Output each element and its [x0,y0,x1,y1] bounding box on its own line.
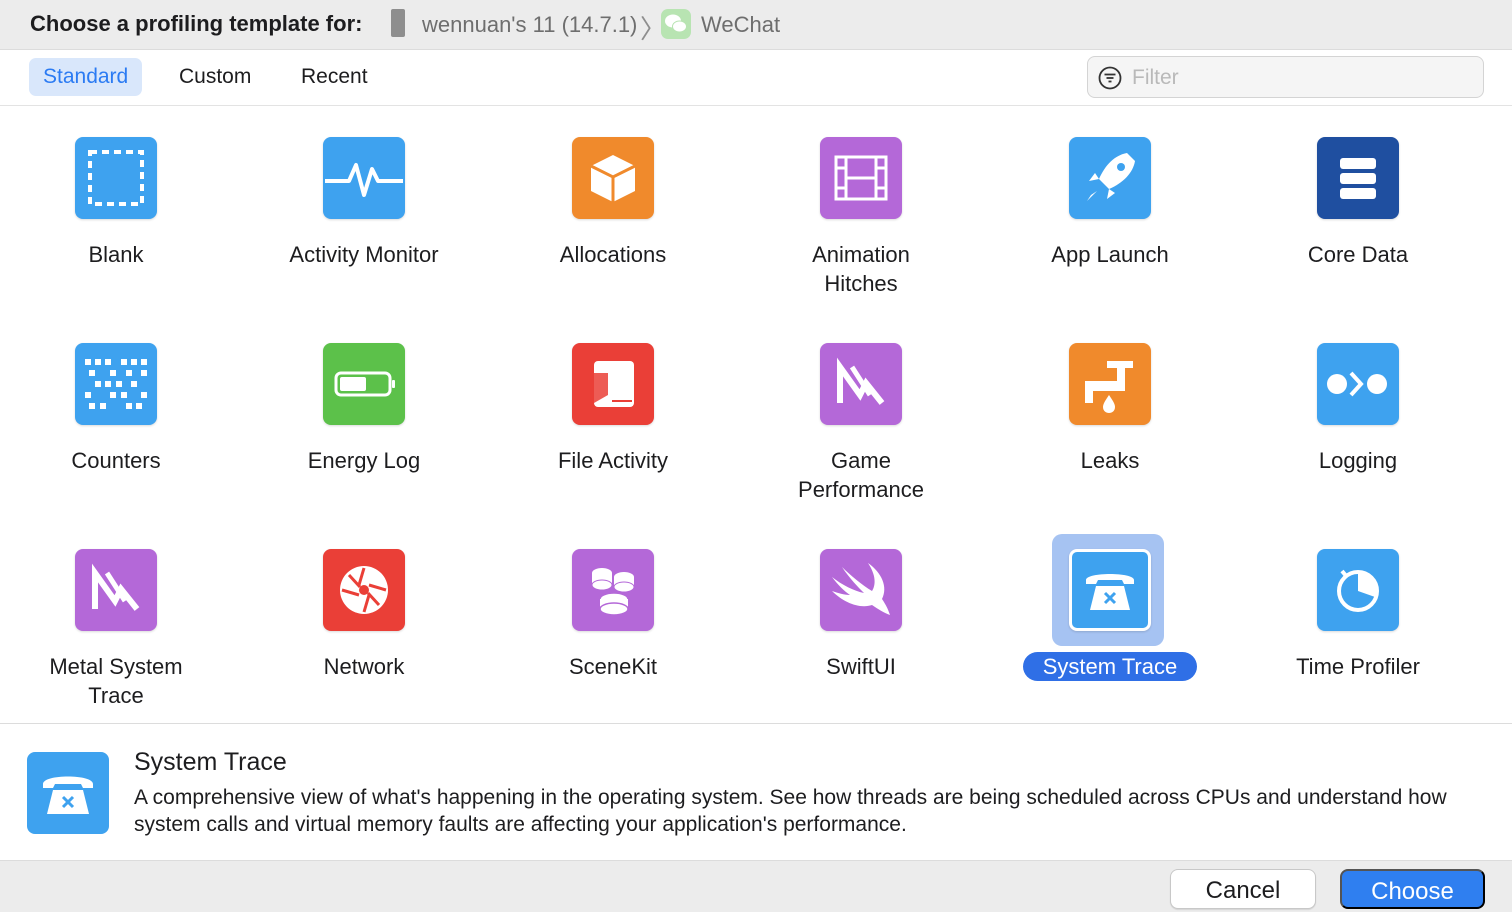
template-label: SwiftUI [826,654,896,679]
game-performance-icon [820,343,902,425]
footer: Cancel Choose [0,860,1512,912]
template-logging[interactable]: Logging [1234,312,1482,492]
template-label: Metal System Trace [49,654,183,708]
template-label: Activity Monitor [289,242,439,267]
template-label: Leaks [1080,448,1140,473]
system-trace-icon [27,752,109,834]
template-animation-hitches[interactable]: Animation Hitches [737,106,985,296]
template-energy-log[interactable]: Energy Log [240,312,488,492]
template-label: Time Profiler [1296,654,1420,679]
network-icon [323,549,405,631]
filter-input[interactable] [1130,63,1474,93]
counters-icon [75,343,157,425]
filter-field[interactable] [1087,56,1484,98]
template-label: Blank [88,242,144,267]
description-title: System Trace [134,748,287,776]
template-allocations[interactable]: Allocations [489,106,737,286]
template-description-panel: System Trace A comprehensive view of wha… [0,723,1512,860]
tab-bar: Standard Custom Recent [0,50,1512,106]
template-scenekit[interactable]: SceneKit [489,518,737,698]
template-label: Network [323,654,405,679]
template-label: Counters [71,448,161,473]
template-label: App Launch [1051,242,1169,267]
device-selector[interactable]: wennuan's 11 (14.7.1) [422,12,637,38]
metal-system-trace-icon [75,549,157,631]
wechat-icon [661,9,691,39]
template-grid: Blank Activity Monitor Allocations Anima… [0,106,1512,723]
file-activity-icon [572,343,654,425]
app-launch-icon [1069,137,1151,219]
template-label: SceneKit [568,654,658,679]
template-label: Core Data [1307,242,1409,267]
choose-button[interactable]: Choose [1340,869,1485,909]
template-metal-system-trace[interactable]: Metal System Trace [0,518,240,708]
tab-custom[interactable]: Custom [165,58,265,96]
template-label: Game Performance [798,448,924,502]
template-label: Allocations [559,242,667,267]
template-network[interactable]: Network [240,518,488,698]
template-blank[interactable]: Blank [0,106,240,286]
swiftui-icon [820,549,902,631]
template-leaks[interactable]: Leaks [986,312,1234,492]
template-swiftui[interactable]: SwiftUI [737,518,985,698]
system-trace-icon [1069,549,1151,631]
animation-hitches-icon [820,137,902,219]
energy-log-icon [323,343,405,425]
activity-monitor-icon [323,137,405,219]
allocations-icon [572,137,654,219]
leaks-icon [1069,343,1151,425]
cancel-button[interactable]: Cancel [1170,869,1316,909]
time-profiler-icon [1317,549,1399,631]
template-label: File Activity [557,448,669,473]
header-title: Choose a profiling template for: [30,11,363,36]
template-label: Animation Hitches [812,242,910,296]
blank-icon [75,137,157,219]
template-game-performance[interactable]: Game Performance [737,312,985,502]
template-core-data[interactable]: Core Data [1234,106,1482,286]
iphone-icon [391,9,405,37]
template-file-activity[interactable]: File Activity [489,312,737,492]
tab-recent[interactable]: Recent [287,58,382,96]
logging-icon [1317,343,1399,425]
template-label: System Trace [986,652,1234,681]
template-activity-monitor[interactable]: Activity Monitor [240,106,488,286]
template-time-profiler[interactable]: Time Profiler [1234,518,1482,698]
template-system-trace[interactable]: System Trace [986,518,1234,698]
target-app-selector[interactable]: WeChat [701,12,780,38]
scenekit-icon [572,549,654,631]
description-text: A comprehensive view of what's happening… [134,786,1447,836]
template-counters[interactable]: Counters [0,312,240,492]
header: Choose a profiling template for: wennuan… [0,0,1512,50]
template-label: Logging [1318,448,1398,473]
core-data-icon [1317,137,1399,219]
filter-icon [1098,66,1122,90]
template-app-launch[interactable]: App Launch [986,106,1234,286]
tab-standard[interactable]: Standard [29,58,143,96]
template-label: Energy Log [307,448,421,473]
